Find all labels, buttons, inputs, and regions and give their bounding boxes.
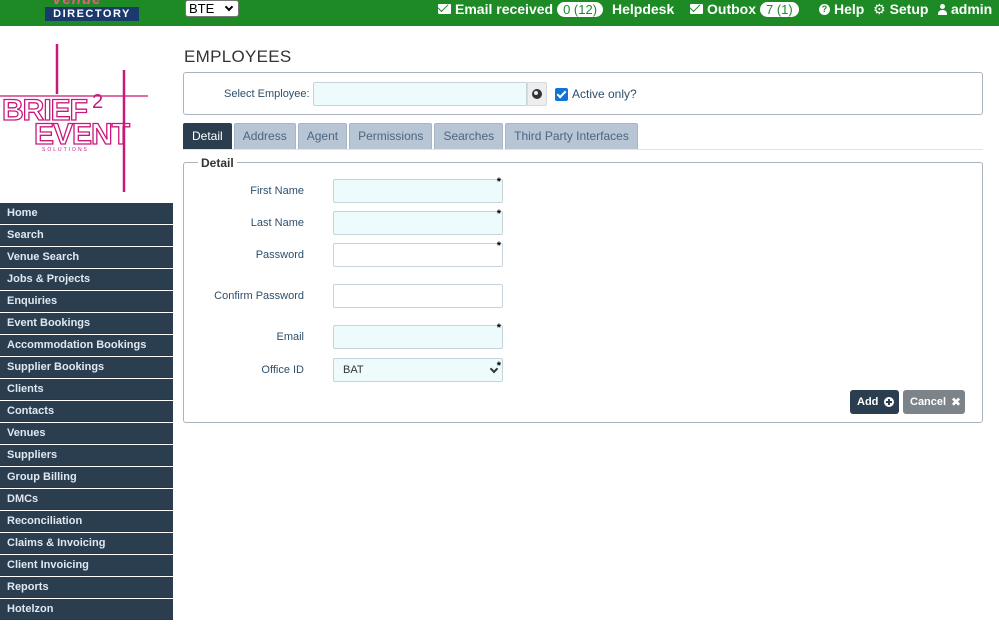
required-marker: * — [496, 360, 501, 372]
required-marker: * — [496, 322, 501, 334]
detail-legend: Detail — [198, 156, 237, 170]
first-name-label: First Name — [250, 185, 304, 197]
help-label: Help — [834, 1, 865, 17]
helpdesk-link[interactable]: Helpdesk — [612, 0, 674, 18]
user-menu[interactable]: admin — [937, 0, 992, 18]
sidebar-item-supplier-bookings[interactable]: Supplier Bookings — [0, 357, 173, 378]
close-icon: ✖ — [950, 395, 961, 409]
select-employee-input[interactable] — [313, 82, 527, 106]
cancel-button-label: Cancel — [910, 396, 947, 408]
detail-fieldset: Detail First Name * Last Name * Password… — [183, 156, 983, 423]
required-marker: * — [496, 208, 501, 220]
required-marker: * — [496, 240, 501, 252]
confirm-password-label: Confirm Password — [214, 290, 304, 302]
sidebar-item-jobs-projects[interactable]: Jobs & Projects — [0, 269, 173, 290]
active-only-checkbox[interactable] — [555, 88, 568, 101]
question-icon: ? — [819, 3, 830, 15]
plus-circle-icon — [884, 397, 894, 407]
password-label: Password — [255, 249, 304, 261]
tab-divider — [183, 149, 983, 150]
sidebar-item-clients[interactable]: Clients — [0, 379, 173, 400]
tab-third-party-interfaces[interactable]: Third Party Interfaces — [505, 123, 638, 149]
office-id-label: Office ID — [261, 364, 304, 376]
venue-directory-logo[interactable]: Venue DIRECTORY — [40, 0, 140, 22]
sidebar-item-suppliers[interactable]: Suppliers — [0, 445, 173, 466]
globe-lookup-button[interactable] — [527, 82, 547, 106]
sidebar-item-client-invoicing[interactable]: Client Invoicing — [0, 555, 173, 576]
envelope-icon — [438, 4, 451, 14]
first-name-field[interactable]: * — [333, 176, 503, 203]
select-employee-label: Select Employee: — [224, 88, 310, 100]
active-only-label[interactable]: Active only? — [572, 87, 637, 101]
top-navigation-bar: Venue DIRECTORY BTE Email received 0 (12… — [0, 0, 999, 26]
tab-agent[interactable]: Agent — [297, 123, 348, 149]
sidebar-item-claims-invoicing[interactable]: Claims & Invoicing — [0, 533, 173, 554]
sidebar-item-group-billing[interactable]: Group Billing — [0, 467, 173, 488]
sidebar-item-search[interactable]: Search — [0, 225, 173, 246]
brief2event-logo-graphic: BRIEF 2 EVENT SOLUTIONS — [0, 44, 148, 192]
outbox-link[interactable]: Outbox 7 (1) — [690, 0, 799, 18]
email-received-badge: 0 (12) — [557, 1, 604, 17]
user-label: admin — [951, 1, 993, 17]
cancel-button[interactable]: Cancel ✖ — [903, 390, 965, 414]
svg-text:2: 2 — [92, 91, 103, 113]
password-field[interactable]: * — [333, 240, 503, 267]
envelope-icon — [690, 4, 703, 14]
sidebar-item-accommodation-bookings[interactable]: Accommodation Bookings — [0, 335, 173, 356]
setup-label: Setup — [889, 1, 929, 17]
sidebar-item-reconciliation[interactable]: Reconciliation — [0, 511, 173, 532]
sidebar-item-venues[interactable]: Venues — [0, 423, 173, 444]
sidebar-item-home[interactable]: Home — [0, 203, 173, 224]
tab-address[interactable]: Address — [233, 123, 296, 149]
help-link[interactable]: ? Help — [819, 0, 864, 18]
company-select[interactable]: BTE — [185, 0, 239, 17]
required-marker: * — [496, 176, 501, 188]
tab-detail[interactable]: Detail — [183, 123, 232, 149]
logo-directory-text: DIRECTORY — [45, 7, 139, 21]
sidebar-item-dmcs[interactable]: DMCs — [0, 489, 173, 510]
email-received-label: Email received — [455, 1, 554, 17]
brief2event-logo[interactable]: BRIEF 2 EVENT SOLUTIONS — [0, 42, 150, 194]
last-name-label: Last Name — [250, 217, 304, 229]
email-label: Email — [276, 331, 304, 343]
company-select-value: BTE — [189, 1, 215, 16]
office-id-value: BAT — [343, 364, 364, 376]
add-button-label: Add — [857, 396, 879, 408]
gear-icon: ⚙ — [873, 0, 886, 17]
svg-text:SOLUTIONS: SOLUTIONS — [42, 147, 89, 153]
helpdesk-label: Helpdesk — [612, 1, 675, 17]
email-received-link[interactable]: Email received 0 (12) — [438, 0, 604, 18]
user-icon — [937, 3, 947, 15]
setup-link[interactable]: ⚙ Setup — [873, 0, 928, 18]
sidebar-item-contacts[interactable]: Contacts — [0, 401, 173, 422]
email-field[interactable]: * — [333, 322, 503, 349]
sidebar-item-enquiries[interactable]: Enquiries — [0, 291, 173, 312]
tab-searches[interactable]: Searches — [434, 123, 504, 149]
sidebar-item-reports[interactable]: Reports — [0, 577, 173, 598]
employee-selector-panel: Select Employee: Active only? — [183, 72, 983, 115]
last-name-field[interactable]: * — [333, 208, 503, 235]
outbox-label: Outbox — [707, 1, 756, 17]
sidebar-item-hotelzon[interactable]: Hotelzon — [0, 599, 173, 620]
confirm-password-field[interactable] — [333, 284, 503, 308]
sidebar-item-venue-search[interactable]: Venue Search — [0, 247, 173, 268]
tab-permissions[interactable]: Permissions — [349, 123, 433, 149]
sidebar-menu: Home Search Venue Search Jobs & Projects… — [0, 203, 173, 621]
sidebar-item-event-bookings[interactable]: Event Bookings — [0, 313, 173, 334]
add-button[interactable]: Add — [850, 390, 899, 414]
employee-tabs: Detail Address Agent Permissions Searche… — [183, 123, 638, 149]
page-title: EMPLOYEES — [184, 47, 292, 66]
office-id-select[interactable]: BAT * — [333, 358, 503, 382]
chevron-down-icon — [224, 2, 234, 12]
globe-icon — [532, 89, 542, 99]
outbox-badge: 7 (1) — [760, 1, 799, 17]
